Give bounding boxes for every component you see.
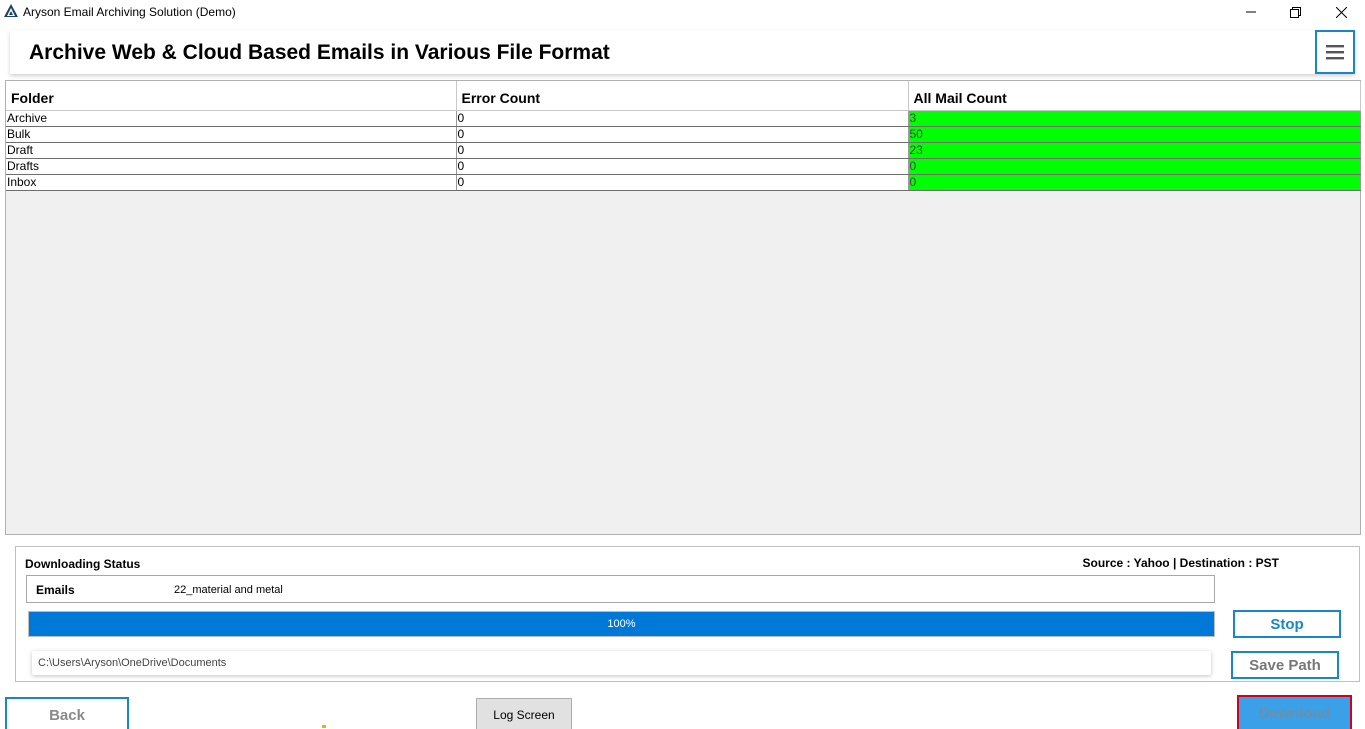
menu-button[interactable] [1315,30,1355,74]
table-row[interactable]: Draft 0 23 [6,142,1361,159]
emails-info-box: Emails 22_material and metal [26,575,1215,603]
save-path-value: C:\Users\Aryson\OneDrive\Documents [38,657,227,669]
downloading-status-panel: Downloading Status Source : Yahoo | Dest… [15,546,1360,682]
mail-count-value: 0 [909,174,917,189]
hamburger-menu-icon [1326,45,1344,60]
table-row[interactable]: Bulk 0 50 [6,126,1361,143]
mail-count-cell: 23 [908,142,1361,159]
mail-count-cell: 0 [908,174,1361,191]
mail-count-cell: 0 [908,158,1361,175]
column-header-folder[interactable]: Folder [6,81,457,111]
save-path-field[interactable]: C:\Users\Aryson\OneDrive\Documents [32,651,1211,675]
back-button[interactable]: Back [5,697,129,729]
log-screen-button[interactable]: Log Screen [476,698,572,729]
progress-bar: 100% [28,611,1215,637]
restore-button[interactable] [1272,0,1318,24]
current-email-value: 22_material and metal [174,584,283,596]
emails-label: Emails [36,583,75,597]
error-count-cell: 0 [456,174,909,191]
mail-count-value: 0 [909,158,917,173]
minimize-button[interactable] [1228,0,1274,24]
decorative-mark [322,725,326,728]
error-count-cell: 0 [456,142,909,159]
table-row[interactable]: Inbox 0 0 [6,174,1361,191]
close-button[interactable] [1318,0,1364,24]
minimize-icon [1246,11,1256,13]
progress-percent-text: 100% [607,618,636,630]
table-row[interactable]: Drafts 0 0 [6,158,1361,175]
table-row[interactable]: Archive 0 3 [6,110,1361,127]
folder-cell: Drafts [6,158,457,175]
error-count-cell: 0 [456,110,909,127]
source-destination-label: Source : Yahoo | Destination : PST [1082,556,1280,570]
folder-cell: Draft [6,142,457,159]
column-header-error-count[interactable]: Error Count [456,81,909,111]
download-button[interactable]: Download [1237,695,1352,729]
folder-cell: Inbox [6,174,457,191]
table-header-row: Folder Error Count All Mail Count [6,81,1361,111]
title-bar: Aryson Email Archiving Solution (Demo) [0,0,1365,24]
mail-count-value: 3 [909,110,917,125]
window-title: Aryson Email Archiving Solution (Demo) [23,5,236,19]
save-path-button[interactable]: Save Path [1231,651,1339,679]
folder-cell: Bulk [6,126,457,143]
mail-count-value: 50 [909,126,923,141]
folder-cell: Archive [6,110,457,127]
column-header-all-mail-count[interactable]: All Mail Count [908,81,1361,111]
page-header: Archive Web & Cloud Based Emails in Vari… [10,30,1355,74]
folder-table: Folder Error Count All Mail Count Archiv… [6,81,1361,191]
folder-table-area: Folder Error Count All Mail Count Archiv… [5,80,1361,535]
page-title: Archive Web & Cloud Based Emails in Vari… [29,41,610,64]
stop-button[interactable]: Stop [1233,610,1341,638]
mail-count-cell: 50 [908,126,1361,143]
close-icon [1335,6,1347,18]
error-count-cell: 0 [456,158,909,175]
downloading-status-label: Downloading Status [25,557,141,571]
app-window: Aryson Email Archiving Solution (Demo) A… [0,0,1365,729]
aryson-logo-icon [4,4,18,17]
error-count-cell: 0 [456,126,909,143]
mail-count-value: 23 [909,142,923,157]
mail-count-cell: 3 [908,110,1361,127]
restore-icon [1289,6,1301,18]
